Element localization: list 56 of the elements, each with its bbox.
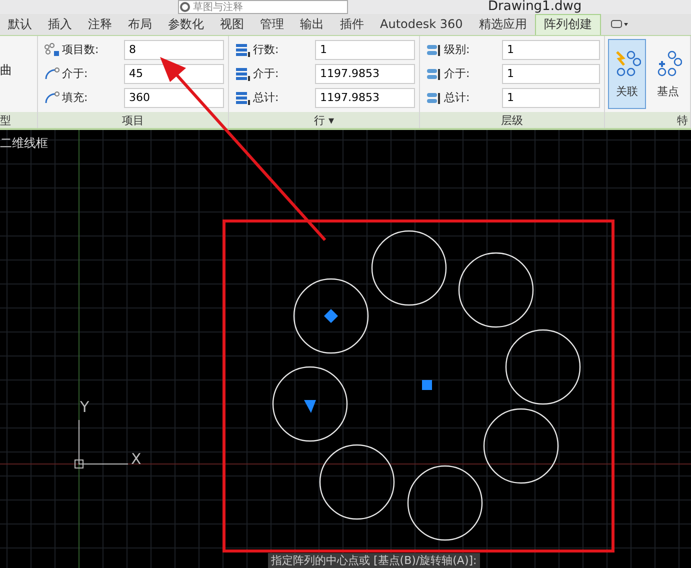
field-label: 级别: xyxy=(444,42,471,57)
visual-style-label[interactable]: 二维线框 xyxy=(0,135,48,152)
ribbon-tab[interactable]: 管理 xyxy=(252,14,292,35)
center-grip xyxy=(422,380,432,390)
field-label: 总计: xyxy=(253,90,280,105)
stacked-circles-icon xyxy=(426,42,442,56)
input-field[interactable]: 8 xyxy=(124,40,224,60)
triangle-grip xyxy=(304,400,316,413)
field-label: 项目数: xyxy=(62,42,100,57)
stacked-circles-icon xyxy=(426,66,442,80)
drawing-canvas[interactable]: Y X 二维线框 指定阵列的中心点或 [基点(B)/旋转轴(A)]: xyxy=(0,130,691,568)
workspace-dropdown[interactable]: 草图与注释 xyxy=(178,0,348,14)
y-axis-label: Y xyxy=(80,398,90,416)
ucs-axes-icon xyxy=(74,420,128,468)
ribbon-tab[interactable]: Autodesk 360 xyxy=(372,14,471,35)
ribbon-tab[interactable]: 精选应用 xyxy=(470,14,535,35)
bars-icon xyxy=(235,42,251,56)
bars-icon xyxy=(235,66,251,80)
ribbon-tab[interactable]: 插入 xyxy=(40,14,80,35)
field-label: 介于: xyxy=(253,66,280,81)
ribbon-tab[interactable]: 输出 xyxy=(292,14,332,35)
panel-label: 曲 xyxy=(0,62,12,79)
circles-icon xyxy=(613,50,641,78)
panel-title: 行 ▾ xyxy=(314,112,334,128)
ribbon-button[interactable]: 关联 xyxy=(608,39,646,109)
input-field[interactable]: 1197.9853 xyxy=(315,88,415,108)
panel-title: 型 xyxy=(0,112,11,128)
input-field[interactable]: 1 xyxy=(502,40,600,60)
ribbon-tab[interactable]: 布局 xyxy=(120,14,160,35)
input-field[interactable]: 360 xyxy=(124,88,224,108)
ribbon-button[interactable]: 基点 xyxy=(649,39,687,109)
field-label: 行数: xyxy=(253,42,280,57)
field-label: 介于: xyxy=(444,66,471,81)
ribbon-tab[interactable]: 视图 xyxy=(212,14,252,35)
ribbon-tab[interactable]: 阵列创建 xyxy=(534,14,601,35)
x-axis-label: X xyxy=(131,450,142,468)
field-label: 总计: xyxy=(444,90,471,105)
panel-title: 项目 xyxy=(122,112,144,128)
bars-icon xyxy=(235,90,251,104)
ribbon-tab[interactable]: 注释 xyxy=(80,14,120,35)
input-field[interactable]: 1 xyxy=(502,88,600,108)
command-prompt: 指定阵列的中心点或 [基点(B)/旋转轴(A)]: xyxy=(268,553,480,568)
dropdown-icon xyxy=(610,20,629,28)
input-field[interactable]: 1197.9853 xyxy=(315,64,415,84)
ribbon-tab[interactable]: 参数化 xyxy=(160,14,212,35)
input-field[interactable]: 1 xyxy=(315,40,415,60)
document-title: Drawing1.dwg xyxy=(488,0,582,14)
ribbon-tab[interactable]: 插件 xyxy=(332,14,372,35)
panel-title: 特 xyxy=(677,112,688,128)
field-label: 介于: xyxy=(62,66,89,81)
input-field[interactable]: 1 xyxy=(502,64,600,84)
diamond-grip xyxy=(324,309,338,323)
field-label: 填充: xyxy=(62,90,89,105)
panel-title: 层级 xyxy=(501,112,523,128)
ribbon-tab[interactable]: 默认 xyxy=(0,14,40,35)
stacked-circles-icon xyxy=(426,90,442,104)
